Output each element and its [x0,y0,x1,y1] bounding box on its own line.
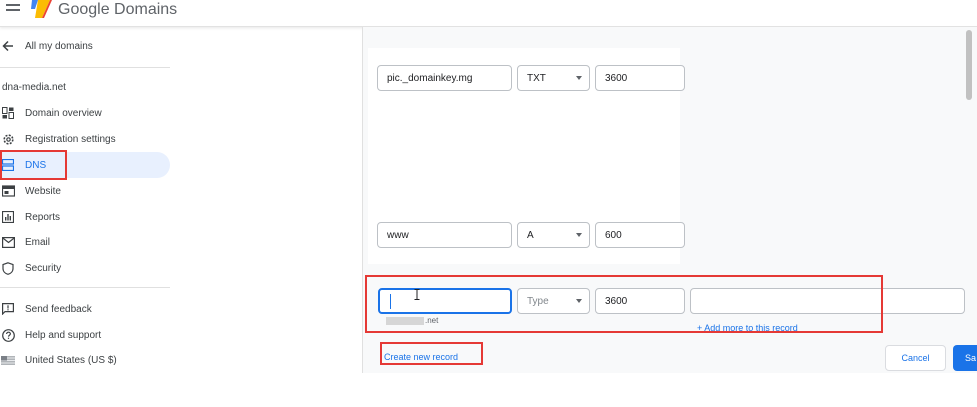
app-title: Google Domains [58,1,178,18]
record-type-select[interactable]: TXT [517,65,590,91]
top-app-bar: Google Domains [0,0,977,27]
record-ttl-field[interactable]: 3600 [595,65,685,91]
record-ttl-field[interactable]: 600 [595,222,685,248]
dashboard-icon [1,106,15,120]
record-host-field[interactable]: www [377,222,512,248]
create-record-highlight-box [380,342,483,365]
sidebar-item-email[interactable]: Email [0,229,170,255]
back-to-all-domains[interactable]: All my domains [0,33,170,59]
back-label: All my domains [25,40,93,52]
type-value: A [527,229,534,241]
sidebar-item-label: Domain overview [25,107,102,119]
sidebar-item-label: Security [25,262,62,274]
help-and-support[interactable]: Help and support [0,322,170,348]
arrow-back-icon [1,39,15,53]
sidebar-item-label: Send feedback [25,303,92,315]
dropdown-caret-icon [576,76,582,80]
feedback-icon [1,302,15,316]
ttl-value: 600 [605,229,622,241]
sidebar-item-label: Reports [25,211,61,223]
google-domains-logo [31,0,52,18]
sidebar-item-label: United States (US $) [25,354,117,366]
sidebar-item-website[interactable]: Website [0,178,170,204]
website-icon [1,184,15,198]
scrollbar[interactable] [965,30,973,330]
sidebar-item-label: Email [25,236,51,248]
help-icon [1,328,15,342]
sidebar-item-reports[interactable]: Reports [0,204,170,230]
sidebar-item-label: Help and support [25,329,102,341]
save-button[interactable]: Sa [953,345,977,371]
type-value: TXT [527,72,546,84]
gear-icon [1,132,15,146]
dropdown-caret-icon [576,233,582,237]
send-feedback[interactable]: Send feedback [0,296,170,322]
language-region-selector[interactable]: United States (US $) [0,347,170,373]
new-record-highlight-box [365,275,883,333]
sidebar-item-domain-overview[interactable]: Domain overview [0,100,170,126]
sidebar-item-label: Website [25,185,61,197]
record-host-field[interactable]: pic._domainkey.mg [377,65,512,91]
shield-icon [1,261,15,275]
divider [0,287,170,288]
divider [0,67,170,68]
menu-icon[interactable] [6,2,20,16]
host-value: pic._domainkey.mg [387,72,473,84]
reports-icon [1,210,15,224]
host-value: www [387,229,409,241]
us-flag-icon [1,353,15,367]
domain-name: dna-media.net [2,82,66,93]
sidebar-item-label: Registration settings [25,133,116,145]
dns-highlight-box [0,150,67,180]
email-icon [1,235,15,249]
sidebar-item-registration-settings[interactable]: Registration settings [0,126,170,152]
record-type-select[interactable]: A [517,222,590,248]
sidebar-item-security[interactable]: Security [0,255,170,281]
cancel-button[interactable]: Cancel [885,345,946,371]
ttl-value: 3600 [605,72,628,84]
